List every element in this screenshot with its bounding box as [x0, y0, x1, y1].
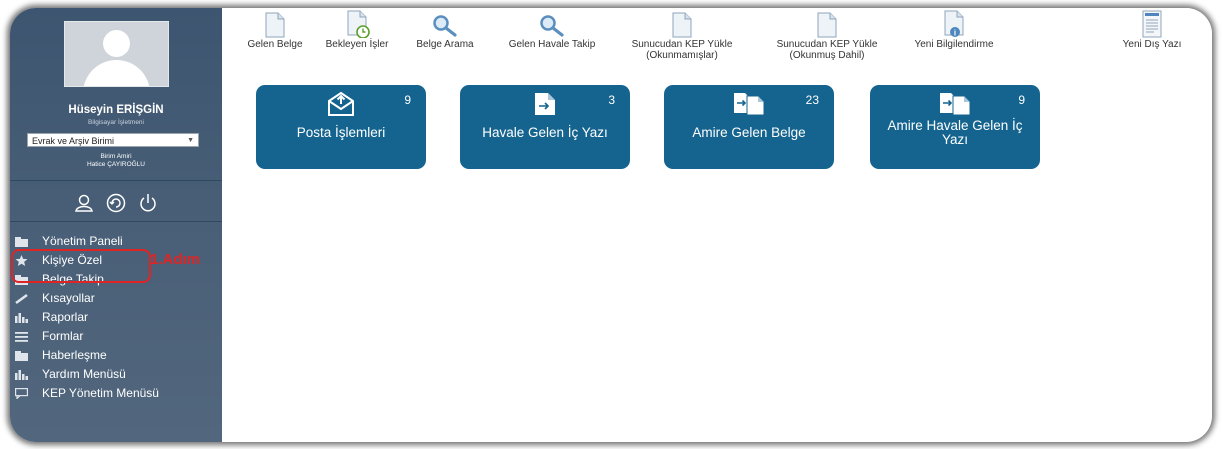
toolbar-label: Gelen Havale Takip — [508, 39, 596, 50]
sidebar-item-yardim-menusu[interactable]: Yardım Menüsü — [10, 365, 222, 384]
sidebar-item-label: Yardım Menüsü — [42, 367, 126, 381]
sidebar: Hüseyin ERİŞGİN Bilgisayar İşletmeni Evr… — [10, 8, 222, 442]
toolbar-label: Yeni Dış Yazı — [1122, 39, 1182, 50]
step-annotation: 1.Adım — [150, 251, 201, 268]
user-role: Birim Amiri — [100, 153, 132, 160]
sidebar-item-label: Formlar — [42, 329, 84, 343]
bar-chart-icon — [15, 370, 28, 380]
bar-chart-icon — [15, 313, 28, 323]
toolbar-label: Belge Arama — [416, 39, 474, 50]
sidebar-item-kisayollar[interactable]: Kısayollar — [10, 289, 222, 308]
app-window: Hüseyin ERİŞGİN Bilgisayar İşletmeni Evr… — [10, 8, 1212, 442]
toolbar-label: Sunucudan KEP Yükle — [776, 39, 878, 50]
document-icon — [817, 12, 837, 38]
tile-label: Amire Gelen Belge — [692, 125, 806, 140]
toolbar-label: Yeni Bilgilendirme — [914, 39, 994, 50]
toolbar-gelen-havale-takip[interactable]: Gelen Havale Takip — [494, 8, 610, 50]
tile-count: 9 — [1018, 93, 1025, 107]
power-icon[interactable] — [137, 192, 159, 214]
toolbar: Gelen Belge Bekleyen İşler Belge Arama G… — [222, 8, 1212, 64]
magnifier-icon — [433, 15, 457, 37]
document-icon — [265, 12, 285, 38]
folder-icon — [15, 237, 28, 247]
sidebar-item-label: Haberleşme — [42, 348, 107, 362]
sidebar-item-label: Raporlar — [42, 310, 89, 324]
sidebar-item-haberlesme[interactable]: Haberleşme — [10, 346, 222, 365]
unit-select[interactable]: Evrak ve Arşiv Birimi ▼ — [27, 133, 199, 147]
mail-icon — [328, 91, 354, 116]
toolbar-label: Sunucudan KEP Yükle — [631, 39, 733, 50]
toolbar-yeni-bilgilendirme[interactable]: i Yeni Bilgilendirme — [895, 8, 1013, 50]
toolbar-kep-yukle-okunmus-dahil[interactable]: Sunucudan KEP Yükle (Okunmuş Dahil) — [760, 8, 894, 61]
tile-label: Posta İşlemleri — [296, 125, 386, 140]
sidebar-actions — [60, 192, 172, 214]
tile-label: Havale Gelen İç Yazı — [482, 125, 608, 140]
toolbar-bekleyen-isler[interactable]: Bekleyen İşler — [315, 8, 399, 50]
folder-icon — [15, 351, 28, 361]
toolbar-label: Bekleyen İşler — [325, 39, 389, 50]
sidebar-item-formlar[interactable]: Formlar — [10, 327, 222, 346]
pencil-icon — [15, 294, 28, 304]
chat-icon — [15, 388, 28, 399]
sidebar-item-label: Kısayollar — [42, 291, 95, 305]
toolbar-sublabel: (Okunmuş Dahil) — [789, 50, 865, 61]
forward-documents-icon — [940, 93, 971, 116]
list-icon — [15, 332, 28, 342]
sidebar-item-label: KEP Yönetim Menüsü — [42, 386, 159, 400]
document-info-icon: i — [944, 10, 964, 38]
sidebar-item-label: Yönetim Paneli — [42, 234, 123, 248]
sidebar-item-raporlar[interactable]: Raporlar — [10, 308, 222, 327]
refresh-icon[interactable] — [105, 192, 127, 214]
toolbar-kep-yukle-okunmamislar[interactable]: Sunucudan KEP Yükle (Okunmamışlar) — [614, 8, 750, 61]
user-name: Hüseyin ERİŞGİN — [68, 104, 164, 116]
tile-count: 9 — [404, 93, 411, 107]
toolbar-yeni-dis-yazi[interactable]: Yeni Dış Yazı — [1110, 8, 1194, 50]
tile-count: 23 — [805, 93, 819, 107]
unit-select-value: Evrak ve Arşiv Birimi — [32, 136, 115, 146]
toolbar-belge-arama[interactable]: Belge Arama — [405, 8, 485, 50]
arrow-document-icon — [535, 93, 555, 115]
document-icon — [672, 12, 692, 38]
tile-posta-islemleri[interactable]: 9 Posta İşlemleri — [256, 85, 426, 169]
document-clock-icon — [347, 10, 370, 38]
avatar — [64, 21, 169, 87]
user-icon[interactable] — [73, 192, 95, 214]
sidebar-item-kep-yonetim-menusu[interactable]: KEP Yönetim Menüsü — [10, 384, 222, 403]
user-manager: Hatice ÇAYIROĞLU — [86, 161, 146, 168]
tile-count: 3 — [608, 93, 615, 107]
tile-havale-gelen-ic-yazi[interactable]: 3 Havale Gelen İç Yazı — [460, 85, 630, 169]
document-lines-icon — [1142, 10, 1162, 38]
divider — [10, 180, 222, 181]
tile-amire-gelen-belge[interactable]: 23 Amire Gelen Belge — [664, 85, 834, 169]
magnifier-icon — [540, 15, 564, 37]
toolbar-gelen-belge[interactable]: Gelen Belge — [242, 8, 308, 50]
forward-documents-icon — [734, 93, 765, 116]
svg-text:i: i — [954, 29, 956, 38]
tile-amire-havale-gelen-ic-yazi[interactable]: 9 Amire Havale Gelen İç Yazı — [870, 85, 1040, 169]
chevron-down-icon: ▼ — [187, 137, 194, 144]
user-title: Bilgisayar İşletmeni — [88, 119, 144, 126]
tile-label: Amire Havale Gelen İç Yazı — [887, 118, 1023, 147]
toolbar-sublabel: (Okunmamışlar) — [646, 50, 718, 61]
step-highlight-box — [11, 249, 151, 283]
divider — [10, 221, 222, 222]
toolbar-label: Gelen Belge — [247, 39, 303, 50]
